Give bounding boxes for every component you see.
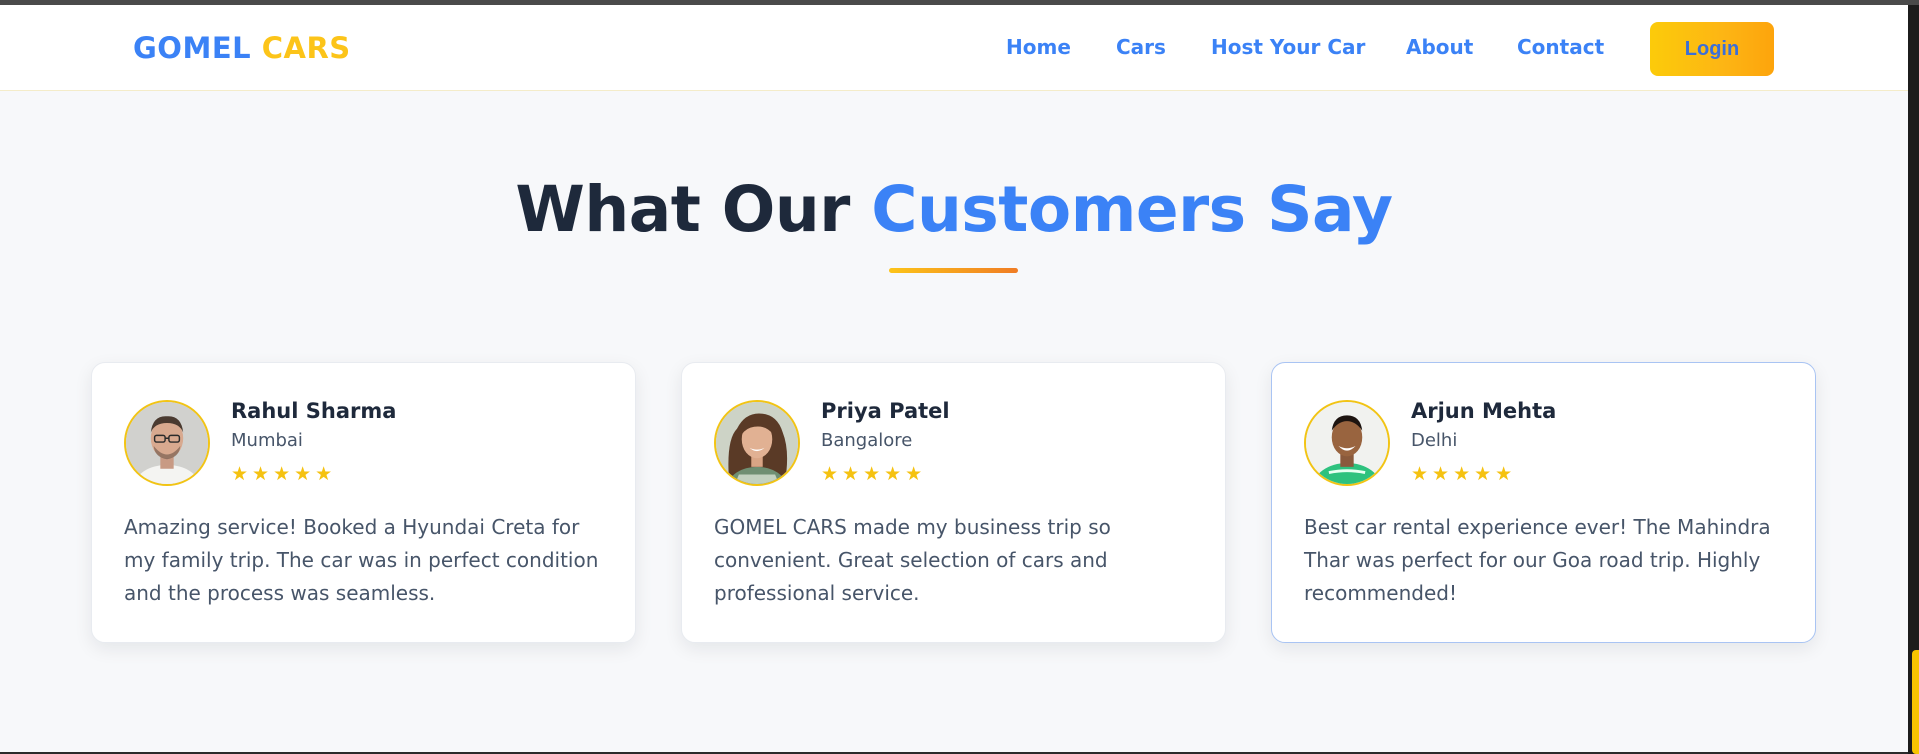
avatar-photo-icon	[126, 402, 208, 484]
testimonial-card: Arjun Mehta Delhi ★★★★★ Best car rental …	[1271, 362, 1816, 643]
nav-link-contact[interactable]: Contact	[1517, 35, 1604, 59]
star-rating: ★★★★★	[1411, 463, 1517, 485]
testimonial-quote: Amazing service! Booked a Hyundai Creta …	[124, 515, 599, 605]
login-button[interactable]: Login	[1650, 22, 1774, 76]
title-underline	[889, 268, 1018, 273]
customer-city: Delhi	[1411, 430, 1458, 451]
star-rating: ★★★★★	[231, 463, 337, 485]
navbar: GOMEL CARS Home Cars Host Your Car About…	[0, 5, 1908, 91]
nav-link-cars[interactable]: Cars	[1116, 35, 1166, 59]
customer-name: Arjun Mehta	[1411, 399, 1557, 423]
customer-name: Rahul Sharma	[231, 399, 397, 423]
brand-word-1: GOMEL	[133, 31, 252, 65]
brand-logo[interactable]: GOMEL CARS	[133, 31, 351, 65]
scrollbar-track[interactable]	[1908, 5, 1919, 754]
testimonial-card: Priya Patel Bangalore ★★★★★ GOMEL CARS m…	[681, 362, 1226, 643]
star-rating: ★★★★★	[821, 463, 927, 485]
section-title-part1: What Our	[515, 173, 850, 246]
avatar-photo-icon	[716, 402, 798, 484]
testimonial-quote: GOMEL CARS made my business trip so conv…	[714, 515, 1111, 605]
avatar-photo-icon	[1306, 402, 1388, 484]
brand-word-2: CARS	[261, 31, 351, 65]
avatar	[714, 400, 800, 486]
customer-name: Priya Patel	[821, 399, 950, 423]
nav-link-about[interactable]: About	[1406, 35, 1473, 59]
testimonial-card: Rahul Sharma Mumbai ★★★★★ Amazing servic…	[91, 362, 636, 643]
nav-link-home[interactable]: Home	[1006, 35, 1071, 59]
customer-city: Bangalore	[821, 430, 913, 451]
avatar	[124, 400, 210, 486]
customer-city: Mumbai	[231, 430, 303, 451]
section-title: What Our Customers Say	[0, 173, 1908, 246]
nav-link-host-your-car[interactable]: Host Your Car	[1211, 35, 1365, 59]
scrollbar-thumb[interactable]	[1912, 650, 1919, 754]
testimonial-quote: Best car rental experience ever! The Mah…	[1304, 515, 1771, 605]
avatar	[1304, 400, 1390, 486]
section-title-part2: Customers Say	[871, 173, 1393, 246]
